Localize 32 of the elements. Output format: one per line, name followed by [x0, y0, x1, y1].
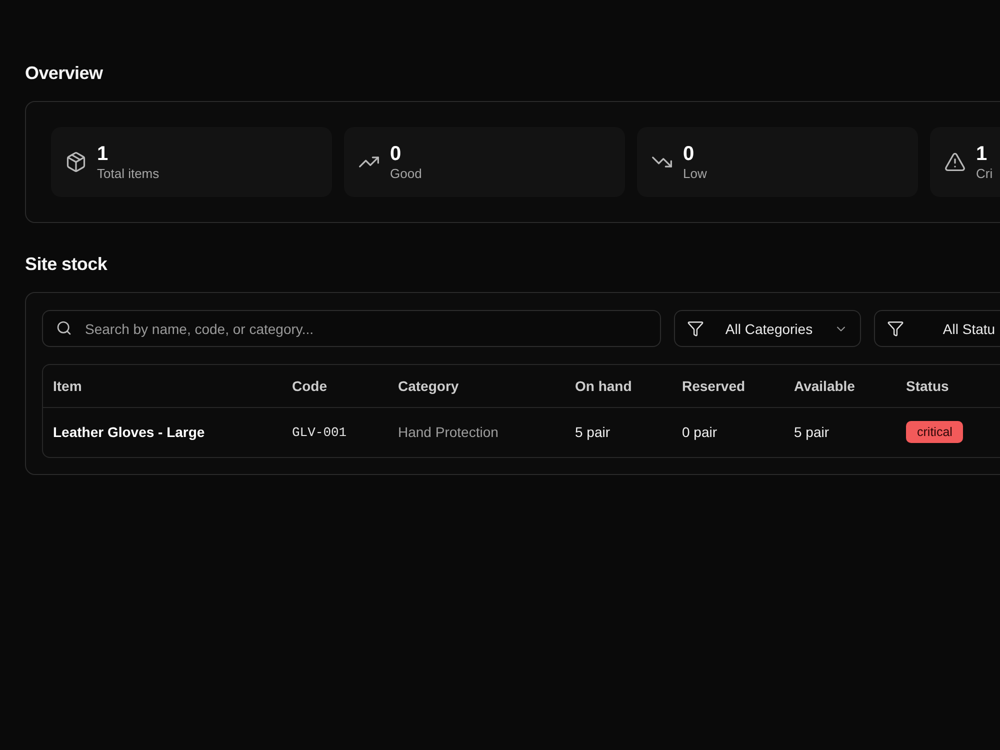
column-header: Category	[388, 365, 565, 407]
table-cell: 5 pair	[784, 407, 896, 457]
section-title: Site stock	[25, 253, 108, 276]
warning-icon	[944, 151, 966, 173]
stat-value: 0	[390, 142, 402, 166]
table-cell: 5 pair	[565, 407, 672, 457]
stat-value: 1	[97, 142, 108, 166]
column-header: On hand	[565, 365, 672, 407]
column-header: Code	[282, 365, 388, 407]
column-header: Available	[784, 365, 896, 407]
section-title: Overview	[25, 62, 103, 85]
table-cell: GLV-001	[282, 407, 388, 457]
search-field[interactable]: Search by name, code, or category...	[42, 310, 661, 347]
stat-value: 1	[976, 142, 988, 166]
filter-dropdown[interactable]: All Statu	[874, 310, 1000, 347]
column-header: Status	[896, 365, 1000, 407]
column-header: Reserved	[672, 365, 784, 407]
box-icon	[65, 151, 87, 173]
table-cell: Hand Protection	[388, 407, 565, 457]
stat-label: Cri	[976, 166, 993, 182]
column-header: Item	[43, 365, 282, 407]
status-badge: critical	[906, 421, 964, 444]
table-cell: 0 pair	[672, 407, 784, 457]
stat-label: Total items	[97, 166, 160, 182]
stat-value: 0	[683, 142, 694, 166]
funnel-icon	[887, 320, 904, 337]
filter-dropdown[interactable]: All Categories	[674, 310, 861, 347]
search-icon	[56, 320, 72, 336]
table-cell: Leather Gloves - Large	[43, 407, 282, 457]
stat-label: Low	[683, 166, 707, 182]
stat-label: Good	[390, 166, 422, 182]
funnel-icon	[687, 320, 704, 337]
